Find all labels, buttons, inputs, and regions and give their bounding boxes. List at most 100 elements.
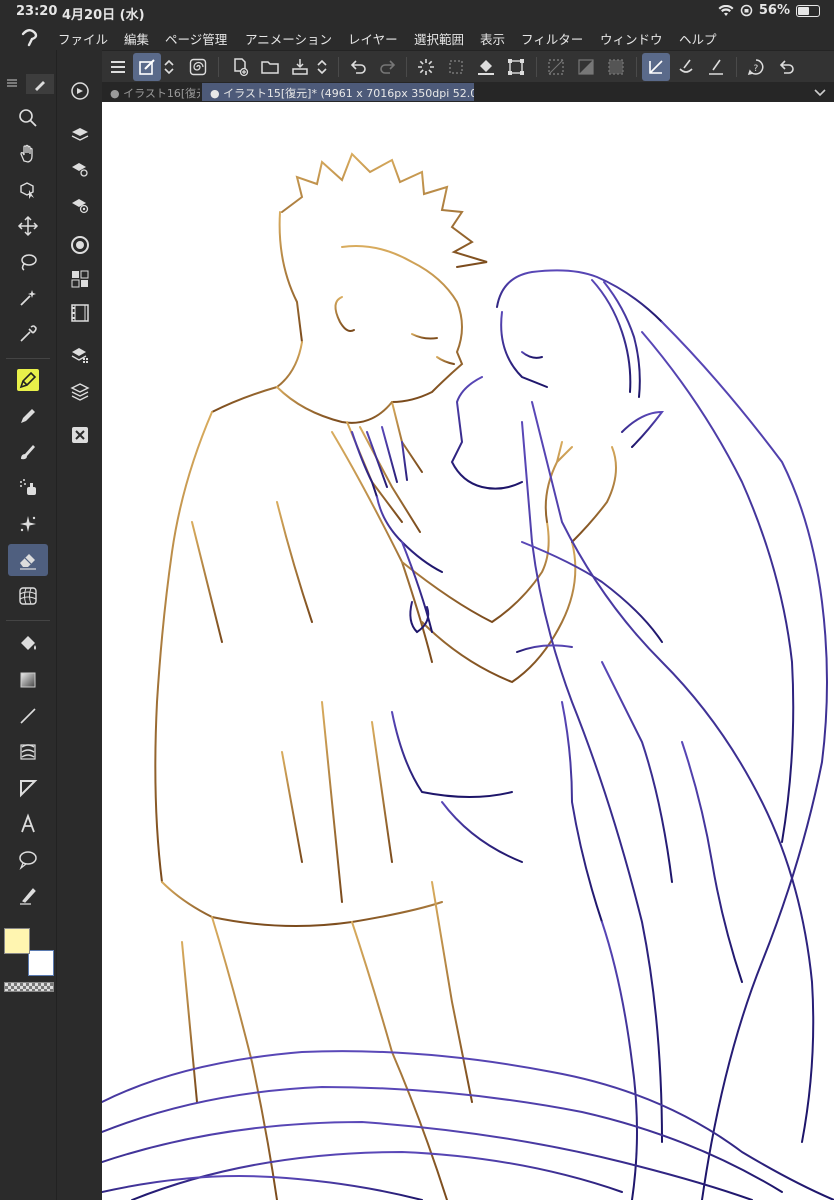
tool-figure[interactable] [8, 700, 48, 732]
sketch-artwork [102, 152, 834, 1200]
svg-text:?: ? [754, 64, 759, 74]
palette-menu-icon[interactable] [6, 78, 18, 88]
tool-hand[interactable] [8, 138, 48, 170]
transform-icon [508, 59, 524, 75]
pen-small-icon [35, 81, 45, 91]
clip-studio-logo-icon[interactable] [18, 26, 40, 48]
brush-icon [21, 445, 35, 460]
menu-window[interactable]: ウィンドウ [600, 29, 663, 48]
save-button[interactable] [286, 53, 314, 81]
tool-pencil[interactable] [8, 400, 48, 432]
sub-material[interactable] [65, 264, 95, 294]
crop-button[interactable] [602, 53, 630, 81]
tool-balloon[interactable] [8, 844, 48, 876]
snap-ruler-icon [649, 60, 663, 74]
line-icon [20, 708, 36, 724]
edit-canvas-icon [139, 59, 155, 75]
undo-button[interactable] [344, 53, 372, 81]
tool-frame[interactable] [8, 772, 48, 804]
fill-selection-button[interactable] [472, 53, 500, 81]
clip-studio-button[interactable] [184, 53, 212, 81]
sub-layer-comp[interactable] [65, 340, 95, 370]
pencil-icon [21, 409, 35, 423]
sub-sub-view[interactable] [65, 190, 95, 220]
tool-pen[interactable] [8, 364, 48, 396]
tool-lasso[interactable] [8, 246, 48, 278]
ruler-icon [20, 744, 36, 760]
tool-text[interactable] [8, 808, 48, 840]
ios-status-bar: 23:20 4月20日 (水) 56% [0, 0, 834, 24]
undo-icon [350, 60, 366, 74]
sub-clear[interactable] [65, 420, 95, 450]
loading-button[interactable] [412, 53, 440, 81]
redo-button[interactable] [374, 53, 402, 81]
menu-animation[interactable]: アニメーション [245, 29, 332, 48]
new-button[interactable] [226, 53, 254, 81]
menu-selection[interactable]: 選択範囲 [414, 29, 464, 48]
chevron-down-icon[interactable] [812, 84, 828, 100]
sub-layer-property[interactable] [65, 118, 95, 148]
status-date: 4月20日 (水) [62, 8, 145, 23]
snap-ruler-button[interactable] [642, 53, 670, 81]
woman-figure-lines [102, 269, 834, 1200]
menu-toggle-button[interactable] [104, 53, 132, 81]
deselect-icon [449, 60, 463, 74]
menu-layer[interactable]: レイヤー [348, 29, 398, 48]
sub-layer[interactable] [65, 376, 95, 406]
open-button[interactable] [256, 53, 284, 81]
tool-correct-line[interactable] [8, 880, 48, 912]
menu-filter[interactable]: フィルター [521, 29, 583, 48]
new-file-icon [234, 58, 249, 77]
tab-illust-16[interactable]: ● イラスト16[復元] [102, 83, 200, 101]
spinner-icon [418, 59, 434, 75]
tool-object[interactable] [8, 174, 48, 206]
sparkle-icon [20, 516, 36, 532]
menu-help[interactable]: ヘルプ [679, 29, 717, 48]
menu-edit[interactable]: 編集 [124, 29, 149, 48]
transform-button[interactable] [502, 53, 530, 81]
sub-layer-search[interactable] [65, 154, 95, 184]
tool-eraser[interactable] [8, 544, 48, 576]
tool-airbrush[interactable] [8, 472, 48, 504]
clear-outside-button[interactable] [542, 53, 570, 81]
gradient-icon [20, 672, 36, 688]
material-icon [71, 270, 89, 288]
fill-outside-button[interactable] [572, 53, 600, 81]
snap-special-button[interactable] [672, 53, 700, 81]
menu-file[interactable]: ファイル [58, 29, 108, 48]
updown-button[interactable] [159, 53, 179, 81]
save-menu-button[interactable] [312, 53, 332, 81]
deselect-button[interactable] [442, 53, 470, 81]
save-icon [292, 59, 308, 75]
tool-gradient[interactable] [8, 664, 48, 696]
battery-icon [796, 4, 820, 17]
transparent-color-swatch[interactable] [4, 982, 54, 992]
tool-ruler[interactable] [8, 736, 48, 768]
pen-line-icon [709, 59, 723, 75]
snap-grid-button[interactable] [702, 53, 730, 81]
tool-auto-select[interactable] [8, 282, 48, 314]
clear-icon [72, 427, 88, 443]
main-color-swatch[interactable] [4, 928, 30, 954]
tool-decoration[interactable] [8, 508, 48, 540]
tool-zoom[interactable] [8, 102, 48, 134]
drawing-canvas[interactable] [102, 102, 834, 1200]
tool-brush[interactable] [8, 436, 48, 468]
sub-navigator[interactable] [65, 76, 95, 106]
tool-move[interactable] [8, 210, 48, 242]
sub-color-wheel[interactable] [65, 230, 95, 260]
tool-eyedropper[interactable] [8, 318, 48, 350]
sub-color-swatch[interactable] [28, 950, 54, 976]
menu-view[interactable]: 表示 [480, 29, 505, 48]
edit-mode-button[interactable] [133, 53, 161, 81]
tab-illust-15[interactable]: ● イラスト15[復元]* (4961 x 7016px 350dpi 52.0… [202, 83, 474, 101]
tool-fill[interactable] [8, 628, 48, 660]
current-tool-tab[interactable] [26, 74, 54, 94]
tool-blend[interactable] [8, 580, 48, 612]
folder-icon [261, 61, 279, 74]
back-button[interactable] [772, 53, 800, 81]
menu-page[interactable]: ページ管理 [165, 29, 227, 48]
chevron-updown-icon [317, 59, 327, 75]
help-button[interactable]: ? [742, 53, 770, 81]
sub-timeline[interactable] [65, 298, 95, 328]
